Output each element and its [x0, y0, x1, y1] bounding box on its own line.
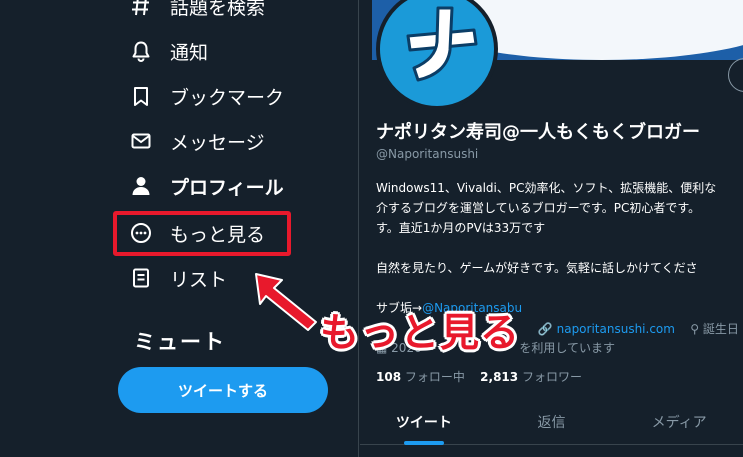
highlight-box [113, 211, 291, 256]
user-handle: @Naporitansushi [376, 147, 479, 161]
followers-count: 2,813 [480, 370, 519, 384]
tab-replies[interactable]: 返信 [488, 400, 616, 444]
avatar-katakana-na-icon [406, 6, 478, 82]
sidebar-item-messages[interactable]: メッセージ [128, 121, 265, 161]
sidebar-item-label: リスト [170, 268, 228, 291]
bio-line: Windows11、Vivaldi、PC効率化、ソフト、拡張機能、便利な [376, 181, 717, 195]
bio-line: 自然を見たり、ゲームが好きです。気軽に話しかけてくださ [376, 261, 698, 275]
hash-icon [128, 0, 154, 19]
sidebar-item-profile[interactable]: プロフィール [128, 166, 284, 206]
tweet-button[interactable]: ツイートする [118, 367, 328, 413]
following-stat[interactable]: 108 フォロー中 [376, 370, 465, 384]
balloon-icon: ⚲ [690, 322, 700, 336]
display-name: ナポリタン寿司@一人もくもくブロガー [376, 122, 700, 143]
profile-tabs: ツイート 返信 メディア [360, 400, 743, 445]
profile-panel: ナポリタン寿司@一人もくもくブロガー @Naporitansushi Windo… [360, 0, 743, 457]
sidebar-item-label: 通知 [170, 41, 209, 64]
following-count: 108 [376, 370, 402, 384]
website-link[interactable]: naporitansushi.com [557, 322, 675, 336]
joined-text: を利用しています [519, 341, 616, 355]
bio-line: 介するブログを運営しているブロガーです。PC初心者です。 [376, 201, 701, 215]
link-icon: 🔗 [537, 322, 553, 336]
list-icon [128, 265, 154, 291]
sidebar-item-explore[interactable]: 話題を検索 [128, 0, 265, 26]
tab-media[interactable]: メディア [615, 400, 743, 444]
tab-tweets[interactable]: ツイート [360, 400, 488, 445]
bell-icon [128, 38, 154, 64]
edit-profile-button[interactable] [728, 58, 743, 92]
followers-stat[interactable]: 2,813 フォロワー [480, 370, 582, 384]
annotation-arrow-icon [255, 273, 317, 331]
annotation-callout: もっと見る [320, 311, 521, 356]
sidebar-item-lists[interactable]: リスト [128, 258, 227, 298]
sidebar-item-label: メッセージ [170, 131, 265, 154]
sidebar-item-label: 話題を検索 [170, 0, 266, 19]
mail-icon [128, 128, 154, 154]
sidebar-item-label: プロフィール [170, 176, 284, 199]
following-label: フォロー中 [404, 370, 465, 384]
profile-bio: Windows11、Vivaldi、PC効率化、ソフト、拡張機能、便利な 介する… [376, 178, 743, 318]
follow-stats: 108 フォロー中 2,813 フォロワー [376, 368, 582, 385]
person-icon [128, 173, 154, 199]
bookmark-icon [128, 83, 154, 109]
sidebar-item-bookmarks[interactable]: ブックマーク [128, 76, 284, 116]
birthday-text: 誕生日 [702, 322, 739, 336]
section-title-mute: ミュート [134, 330, 226, 354]
sidebar-item-label: ブックマーク [170, 86, 285, 109]
followers-label: フォロワー [521, 370, 582, 384]
sidebar-item-notifications[interactable]: 通知 [128, 31, 208, 71]
bio-line: す。直近1か月のPVは33万です [376, 221, 546, 235]
avatar[interactable] [376, 0, 498, 110]
